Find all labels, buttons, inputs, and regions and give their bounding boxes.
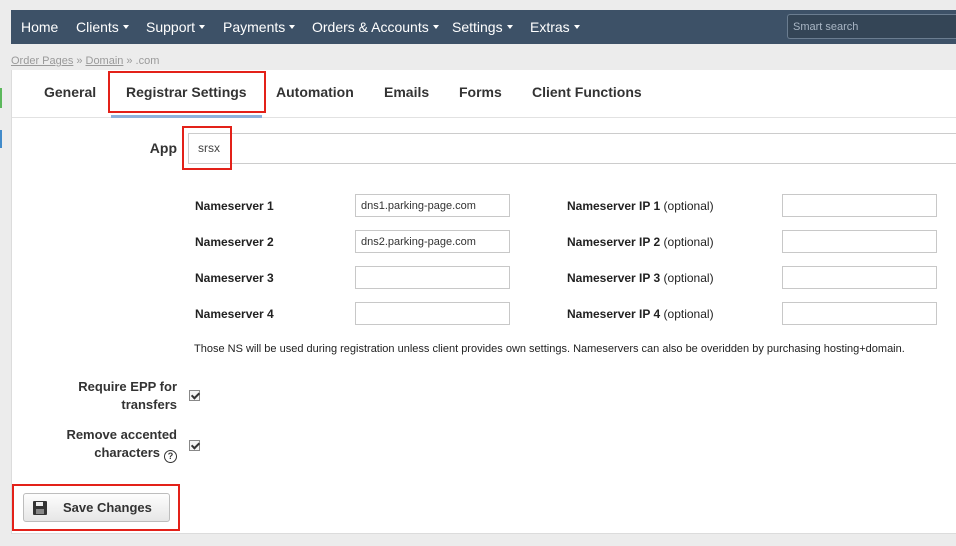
nameserver-ip-2-input[interactable] bbox=[782, 230, 937, 253]
tab-registrar-settings[interactable]: Registrar Settings bbox=[111, 70, 262, 118]
require-epp-label: Require EPP for transfers bbox=[78, 379, 177, 412]
breadcrumb-order-pages[interactable]: Order Pages bbox=[11, 55, 73, 67]
nameserver-note: Those NS will be used during registratio… bbox=[194, 343, 905, 355]
breadcrumb: Order Pages» Domain» .com bbox=[11, 55, 159, 67]
nameserver-4-label: Nameserver 4 bbox=[195, 307, 274, 321]
app-label: App bbox=[149, 140, 177, 156]
tab-emails[interactable]: Emails bbox=[384, 70, 429, 118]
question-circle-icon[interactable]: ? bbox=[164, 450, 177, 463]
tab-automation[interactable]: Automation bbox=[276, 70, 354, 118]
breadcrumb-current: .com bbox=[135, 55, 160, 67]
nameserver-ip-3-label: Nameserver IP 3 (optional) bbox=[567, 271, 714, 285]
nameserver-2-input[interactable] bbox=[355, 230, 510, 253]
caret-down-icon bbox=[122, 25, 129, 29]
nameserver-ip-4-input[interactable] bbox=[782, 302, 937, 325]
caret-down-icon bbox=[289, 25, 296, 29]
nameserver-ip-4-label: Nameserver IP 4 (optional) bbox=[567, 307, 714, 321]
breadcrumb-domain[interactable]: Domain bbox=[86, 55, 124, 67]
nav-support[interactable]: Support bbox=[146, 10, 206, 44]
caret-down-icon bbox=[506, 25, 513, 29]
nameserver-1-label: Nameserver 1 bbox=[195, 199, 274, 213]
tab-client-functions[interactable]: Client Functions bbox=[532, 70, 642, 118]
edge-accent-green bbox=[0, 88, 2, 108]
nameserver-3-input[interactable] bbox=[355, 266, 510, 289]
caret-down-icon bbox=[432, 25, 439, 29]
app-select[interactable]: srsx bbox=[188, 133, 956, 164]
nameserver-ip-1-input[interactable] bbox=[782, 194, 937, 217]
app-value: srsx bbox=[198, 141, 220, 155]
top-navbar: Home Clients Support Payments Orders & A… bbox=[11, 10, 956, 44]
nav-extras[interactable]: Extras bbox=[530, 10, 580, 44]
nameserver-3-label: Nameserver 3 bbox=[195, 271, 274, 285]
nameserver-1-input[interactable] bbox=[355, 194, 510, 217]
nav-settings[interactable]: Settings bbox=[452, 10, 513, 44]
save-changes-button[interactable]: Save Changes bbox=[23, 493, 170, 522]
require-epp-checkbox[interactable] bbox=[189, 390, 200, 401]
smart-search-input[interactable] bbox=[787, 14, 956, 39]
remove-accented-label: Remove accented characters? bbox=[66, 427, 177, 463]
caret-down-icon bbox=[199, 25, 206, 29]
settings-panel: General Registrar Settings Automation Em… bbox=[11, 70, 956, 534]
nameserver-2-label: Nameserver 2 bbox=[195, 235, 274, 249]
nameserver-4-input[interactable] bbox=[355, 302, 510, 325]
nameserver-ip-3-input[interactable] bbox=[782, 266, 937, 289]
breadcrumb-separator: » bbox=[126, 55, 133, 67]
nav-payments[interactable]: Payments bbox=[223, 10, 296, 44]
nav-clients[interactable]: Clients bbox=[76, 10, 129, 44]
breadcrumb-separator: » bbox=[76, 55, 83, 67]
floppy-disk-icon bbox=[33, 501, 47, 515]
nameserver-ip-1-label: Nameserver IP 1 (optional) bbox=[567, 199, 714, 213]
nameserver-ip-2-label: Nameserver IP 2 (optional) bbox=[567, 235, 714, 249]
remove-accented-checkbox[interactable] bbox=[189, 440, 200, 451]
tab-forms[interactable]: Forms bbox=[459, 70, 502, 118]
nav-orders-accounts[interactable]: Orders & Accounts bbox=[312, 10, 439, 44]
tab-general[interactable]: General bbox=[44, 70, 96, 118]
nav-home[interactable]: Home bbox=[21, 10, 58, 44]
tab-bar: General Registrar Settings Automation Em… bbox=[12, 70, 956, 118]
caret-down-icon bbox=[573, 25, 580, 29]
edge-accent-blue bbox=[0, 130, 2, 148]
